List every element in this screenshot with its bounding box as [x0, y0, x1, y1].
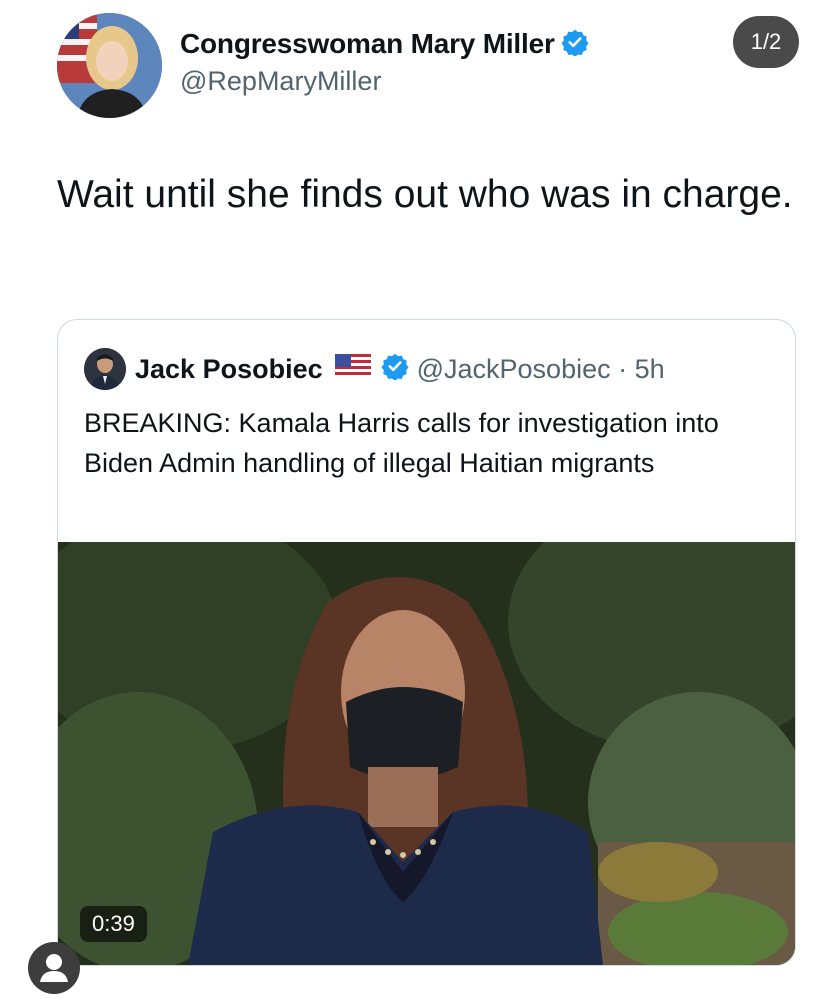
- video-thumbnail: [58, 542, 795, 965]
- quoted-author-avatar[interactable]: [84, 348, 126, 390]
- quoted-header: Jack Posobiec @JackPosobiec · 5h: [135, 352, 665, 386]
- verified-badge-icon: [561, 28, 589, 63]
- author-name-row[interactable]: Congresswoman Mary Miller: [180, 28, 589, 63]
- page-indicator: 1/2: [733, 16, 799, 68]
- quoted-video[interactable]: 0:39: [58, 542, 795, 965]
- author-handle[interactable]: @RepMaryMiller: [180, 66, 381, 97]
- user-icon-button[interactable]: [28, 942, 80, 994]
- tweet-text: Wait until she finds out who was in char…: [57, 173, 793, 216]
- verified-badge-icon: [381, 352, 409, 387]
- quoted-tweet-text: BREAKING: Kamala Harris calls for invest…: [84, 408, 719, 478]
- author-avatar-image: [57, 13, 162, 118]
- user-icon: [40, 954, 68, 982]
- quoted-tweet-card[interactable]: Jack Posobiec @JackPosobiec · 5h BREAKIN…: [57, 319, 796, 966]
- author-avatar[interactable]: [57, 13, 162, 118]
- quoted-handle-time[interactable]: @JackPosobiec · 5h: [417, 354, 665, 385]
- quoted-author-avatar-image: [84, 348, 126, 390]
- author-name[interactable]: Congresswoman Mary Miller: [180, 28, 555, 59]
- video-duration: 0:39: [80, 906, 147, 942]
- quoted-author-name[interactable]: Jack Posobiec: [135, 354, 323, 385]
- us-flag-icon: [334, 353, 371, 385]
